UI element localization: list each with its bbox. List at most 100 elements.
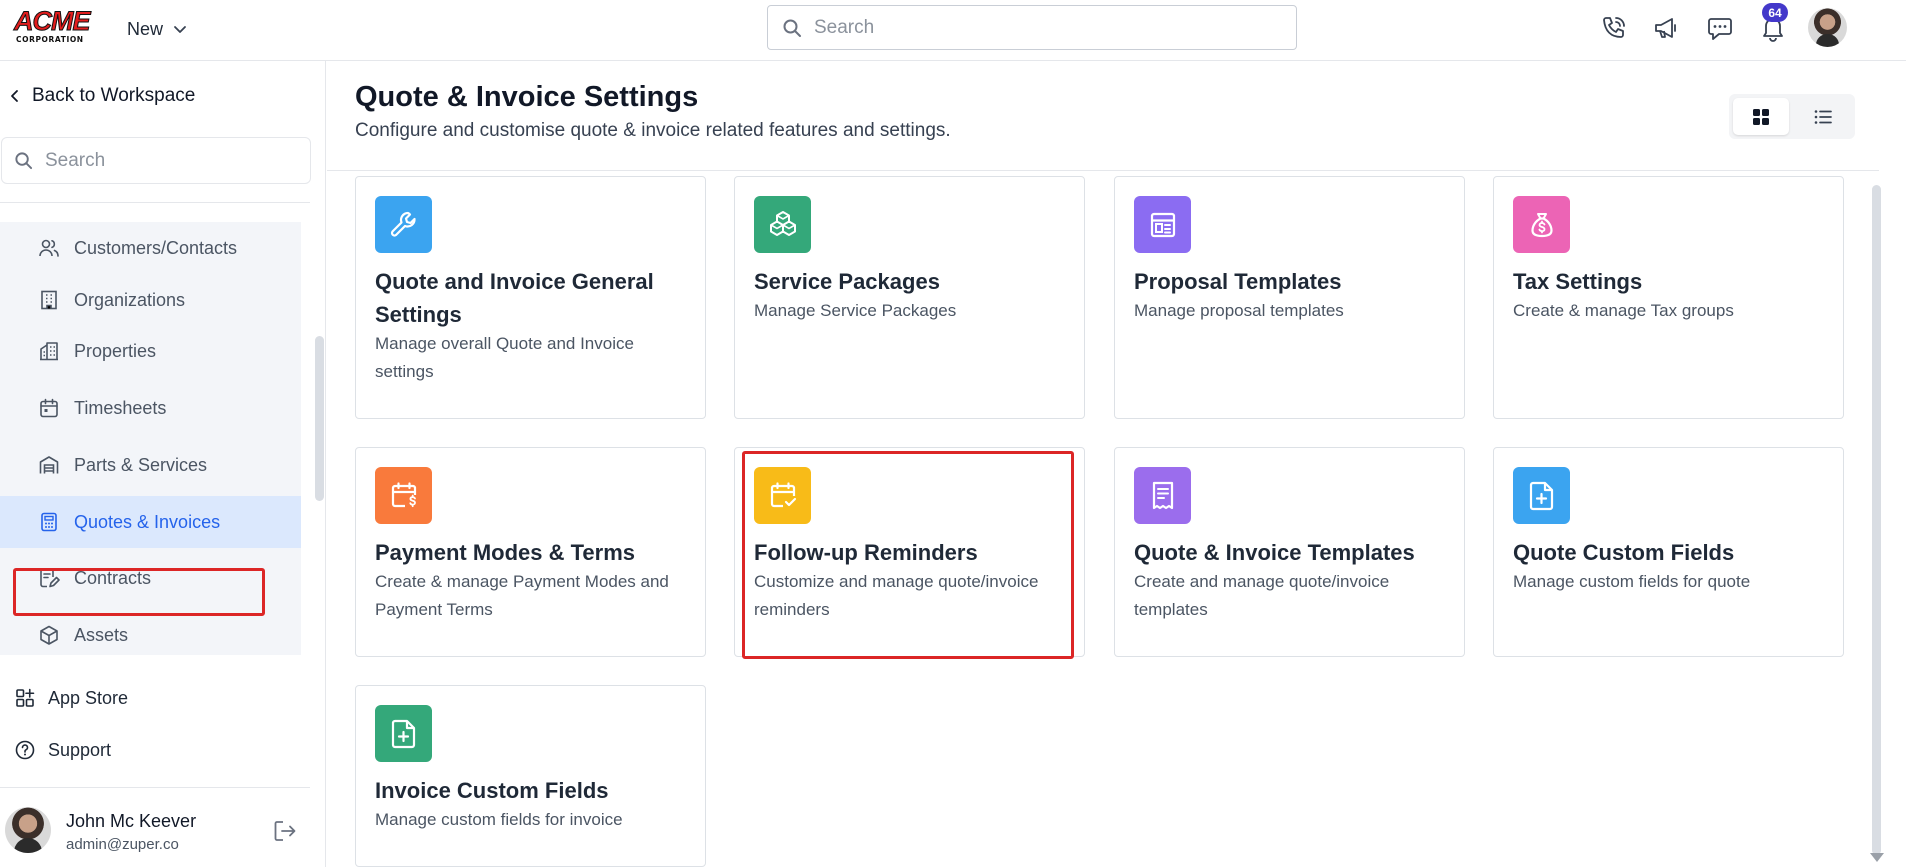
- page-header: Quote & Invoice Settings Configure and c…: [327, 61, 1879, 171]
- help-icon: [15, 740, 35, 760]
- sidebar-scrollbar[interactable]: [315, 336, 324, 501]
- card-description: Manage custom fields for invoice: [375, 810, 623, 829]
- cube-icon: [40, 625, 58, 645]
- contract-icon: [40, 568, 60, 588]
- card-description: Manage overall Quote and Invoice setting…: [375, 334, 634, 381]
- logout-icon[interactable]: [272, 818, 298, 844]
- grid-icon: [1753, 108, 1769, 125]
- card-quote-invoice-templates[interactable]: Quote & Invoice Templates Create and man…: [1114, 447, 1465, 657]
- phone-icon[interactable]: [1598, 12, 1630, 44]
- card-description: Customize and manage quote/invoice remin…: [754, 572, 1039, 619]
- card-title: Payment Modes & Terms: [375, 540, 636, 565]
- sidebar-bottom-divider: [0, 787, 310, 788]
- list-icon: [1814, 109, 1832, 124]
- sidebar-search-input[interactable]: [45, 149, 285, 172]
- sidebar-item-label: Organizations: [74, 289, 186, 310]
- top-bar: ACME CORPORATION New 64: [0, 0, 1906, 61]
- calculator-icon: [41, 512, 57, 532]
- sidebar-item-label: Properties: [74, 340, 157, 361]
- card-title: Proposal Templates: [1134, 269, 1342, 294]
- warehouse-icon: [39, 456, 59, 474]
- sidebar-item-label: Timesheets: [74, 397, 167, 418]
- card-quote-custom-fields[interactable]: Quote Custom Fields Manage custom fields…: [1493, 447, 1844, 657]
- sidebar-item-label: Parts & Services: [74, 454, 208, 475]
- list-view-button[interactable]: [1795, 98, 1851, 135]
- app-store-label: App Store: [48, 687, 129, 708]
- card-follow-up-reminders[interactable]: Follow-up Reminders Customize and manage…: [734, 447, 1085, 657]
- sidebar-item-label: Customers/Contacts: [74, 237, 238, 258]
- card-description: Create & manage Payment Modes and Paymen…: [375, 572, 669, 619]
- sidebar-item-parts-services[interactable]: Parts & Services: [0, 439, 301, 491]
- sidebar-item-timesheets[interactable]: Timesheets: [0, 382, 301, 434]
- card-description: Manage custom fields for quote: [1513, 572, 1751, 591]
- sidebar-item-properties[interactable]: Properties: [0, 325, 301, 377]
- support-label: Support: [48, 739, 112, 760]
- sidebar-divider: [0, 202, 310, 203]
- sidebar-search[interactable]: [1, 137, 311, 184]
- support-link[interactable]: Support: [14, 739, 111, 761]
- acme-logo[interactable]: ACME CORPORATION: [14, 6, 100, 45]
- app-store-link[interactable]: App Store: [14, 687, 128, 709]
- boxes-icon: [754, 196, 811, 253]
- card-description: Create & manage Tax groups: [1513, 301, 1734, 320]
- calendar-check-icon: [754, 467, 811, 524]
- card-description: Manage proposal templates: [1134, 301, 1344, 320]
- scroll-down-arrow-icon[interactable]: [1870, 853, 1884, 862]
- user-avatar[interactable]: [5, 807, 51, 853]
- profile-avatar[interactable]: [1808, 8, 1847, 47]
- sidebar-menu: Customers/Contacts Organizations Propert…: [0, 222, 301, 655]
- search-icon: [15, 152, 33, 170]
- card-title: Quote & Invoice Templates: [1134, 540, 1415, 565]
- back-to-workspace-label: Back to Workspace: [32, 85, 196, 106]
- sidebar-item-quotes-invoices[interactable]: Quotes & Invoices: [0, 496, 301, 548]
- calendar-icon: [40, 398, 58, 418]
- card-title: Quote Custom Fields: [1513, 540, 1735, 565]
- card-title: Follow-up Reminders: [754, 540, 978, 565]
- card-proposal-templates[interactable]: Proposal Templates Manage proposal templ…: [1114, 176, 1465, 419]
- sidebar-item-organizations[interactable]: Organizations: [0, 274, 301, 326]
- file-plus-icon: [1513, 467, 1570, 524]
- wrench-icon: [375, 196, 432, 253]
- grid-view-button[interactable]: [1733, 98, 1789, 135]
- sidebar-item-customers-contacts[interactable]: Customers/Contacts: [0, 222, 301, 274]
- card-quote-invoice-general-settings[interactable]: Quote and Invoice General Settings Manag…: [355, 176, 706, 419]
- sidebar-item-label: Assets: [74, 624, 129, 645]
- view-toggle: [1729, 94, 1855, 139]
- sidebar-item-assets[interactable]: Assets: [0, 609, 301, 655]
- logo-text: ACME: [14, 6, 92, 36]
- card-title: Quote and Invoice General Settings: [375, 269, 654, 327]
- global-search-input[interactable]: [814, 16, 1254, 39]
- card-title: Tax Settings: [1513, 269, 1643, 294]
- back-to-workspace-link[interactable]: Back to Workspace: [8, 85, 195, 107]
- new-button[interactable]: New: [127, 16, 187, 42]
- chat-icon[interactable]: [1704, 12, 1736, 44]
- user-name: John Mc Keever: [66, 811, 197, 831]
- sidebar-item-label: Contracts: [74, 567, 152, 588]
- apps-icon: [16, 688, 35, 707]
- card-description: Create and manage quote/invoice template…: [1134, 572, 1390, 619]
- card-payment-modes-terms[interactable]: Payment Modes & Terms Create & manage Pa…: [355, 447, 706, 657]
- sidebar-item-contracts[interactable]: Contracts: [0, 552, 301, 604]
- global-search[interactable]: [767, 5, 1297, 50]
- card-service-packages[interactable]: Service Packages Manage Service Packages: [734, 176, 1085, 419]
- notification-badge: 64: [1762, 3, 1788, 22]
- card-description: Manage Service Packages: [754, 301, 957, 320]
- sidebar-item-label: Quotes & Invoices: [74, 511, 221, 532]
- user-email: admin@zuper.co: [66, 836, 179, 853]
- file-plus-icon: [375, 705, 432, 762]
- card-title: Service Packages: [754, 269, 940, 294]
- calendar-dollar-icon: [375, 467, 432, 524]
- card-title: Invoice Custom Fields: [375, 778, 609, 803]
- template-icon: [1134, 196, 1191, 253]
- page-subtitle: Configure and customise quote & invoice …: [355, 120, 951, 141]
- money-bag-icon: [1513, 196, 1570, 253]
- new-button-label: New: [127, 18, 164, 39]
- card-invoice-custom-fields[interactable]: Invoice Custom Fields Manage custom fiel…: [355, 685, 706, 867]
- users-icon: [39, 239, 59, 257]
- megaphone-icon[interactable]: [1650, 12, 1682, 44]
- main-scrollbar[interactable]: [1872, 185, 1881, 855]
- card-tax-settings[interactable]: Tax Settings Create & manage Tax groups: [1493, 176, 1844, 419]
- property-icon: [40, 342, 58, 361]
- building-icon: [41, 290, 57, 310]
- page-title: Quote & Invoice Settings: [355, 81, 699, 113]
